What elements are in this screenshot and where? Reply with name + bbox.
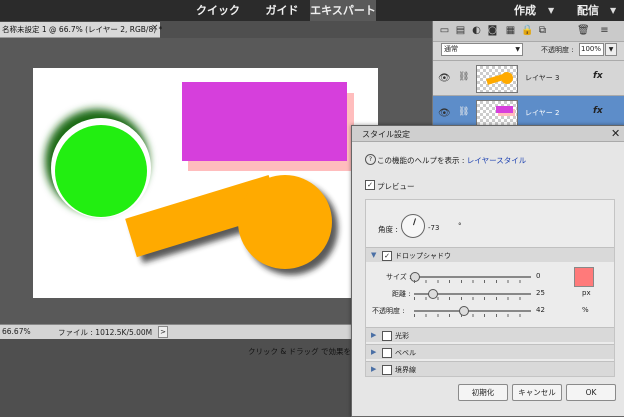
- layer-name: レイヤー 2: [525, 109, 560, 117]
- help-prefix: この機能のヘルプを表示 :: [377, 156, 467, 165]
- mode-tab-quick[interactable]: クイック: [188, 0, 248, 21]
- layer-link-icon[interactable]: ⛓: [458, 107, 469, 117]
- bevel-label: ベベル: [395, 349, 416, 357]
- create-menu[interactable]: 作成: [506, 0, 544, 21]
- share-dropdown-icon[interactable]: ▼: [610, 0, 616, 21]
- style-settings-dialog: スタイル設定 ✕ ? この機能のヘルプを表示 : レイヤースタイル ✓ プレビュ…: [351, 125, 624, 417]
- close-document-icon[interactable]: ×: [151, 23, 159, 33]
- help-link[interactable]: レイヤースタイル: [467, 156, 526, 165]
- expand-triangle-icon[interactable]: ▶: [371, 331, 376, 339]
- layer-thumbnail: [476, 65, 518, 93]
- opacity-value[interactable]: 42: [536, 306, 545, 314]
- layer-link-icon[interactable]: ⛓: [458, 72, 469, 82]
- distance-label: 距離 :: [392, 290, 411, 298]
- angle-needle: [413, 218, 417, 226]
- stroke-section[interactable]: ▶ 境界線: [366, 361, 614, 376]
- link-layers-icon[interactable]: ⧉: [537, 25, 548, 36]
- size-label: サイズ :: [386, 273, 412, 281]
- layer-row-3[interactable]: 👁 ⛓ レイヤー 3 fx: [433, 60, 624, 95]
- size-value[interactable]: 0: [536, 272, 540, 280]
- panel-menu-icon[interactable]: ≡: [599, 25, 610, 36]
- opacity-label: 不透明度 :: [541, 46, 574, 54]
- visibility-eye-icon[interactable]: 👁: [438, 73, 451, 84]
- expand-triangle-icon[interactable]: ▶: [371, 348, 376, 356]
- stroke-label: 境界線: [395, 366, 416, 374]
- drop-shadow-checkbox[interactable]: ✓: [382, 251, 392, 261]
- status-menu-arrow[interactable]: >: [158, 326, 168, 338]
- layer-mask-icon[interactable]: ◙: [487, 25, 498, 36]
- help-icon: ?: [365, 154, 376, 165]
- preview-checkbox[interactable]: ✓: [365, 180, 375, 190]
- close-icon[interactable]: ✕: [611, 127, 620, 140]
- layer-style-fx-icon[interactable]: fx: [593, 71, 603, 81]
- image-canvas[interactable]: [33, 68, 378, 298]
- bevel-checkbox[interactable]: [382, 348, 392, 358]
- opacity-unit: %: [582, 306, 589, 314]
- create-dropdown-icon[interactable]: ▼: [548, 0, 554, 21]
- layer-name: レイヤー 3: [525, 74, 560, 82]
- help-text: この機能のヘルプを表示 : レイヤースタイル: [377, 155, 526, 166]
- dialog-titlebar[interactable]: スタイル設定 ✕: [352, 126, 624, 142]
- angle-value[interactable]: -73: [428, 224, 439, 232]
- size-slider-ticks: [414, 280, 531, 283]
- blend-mode-value: 通常: [444, 45, 458, 53]
- shadow-color-swatch[interactable]: [574, 267, 594, 287]
- layer-style-fx-icon[interactable]: fx: [593, 106, 603, 116]
- reset-button[interactable]: 初期化: [458, 384, 508, 401]
- file-size-info: ファイル : 1012.5K/5.00M: [58, 328, 153, 337]
- layer-thumbnail: [476, 100, 518, 128]
- glow-label: 光彩: [395, 332, 409, 340]
- glow-section[interactable]: ▶ 光彩: [366, 327, 614, 342]
- zoom-readout: 66.67%: [2, 327, 31, 336]
- shadow-opacity-slider[interactable]: [414, 306, 531, 316]
- delete-layer-icon[interactable]: 🗑: [577, 25, 590, 36]
- chevron-down-icon: ▼: [515, 46, 520, 53]
- bevel-section[interactable]: ▶ ベベル: [366, 344, 614, 359]
- opacity-input[interactable]: 100%: [579, 43, 604, 56]
- mode-tab-expert[interactable]: エキスパート: [310, 0, 376, 21]
- distance-slider[interactable]: [414, 289, 531, 299]
- distance-unit: px: [582, 289, 591, 297]
- angle-label: 角度 :: [378, 225, 398, 234]
- lock-transparency-icon[interactable]: ▦: [505, 25, 516, 36]
- size-slider[interactable]: [410, 272, 531, 282]
- expand-triangle-icon[interactable]: ▶: [371, 365, 376, 373]
- visibility-eye-icon[interactable]: 👁: [438, 108, 451, 119]
- document-tab[interactable]: 名称未設定 1 @ 66.7% (レイヤー 2, RGB/8) * ×: [0, 22, 163, 38]
- adjustment-layer-icon[interactable]: ◐: [471, 25, 482, 36]
- cancel-button[interactable]: キャンセル: [512, 384, 562, 401]
- dialog-title: スタイル設定: [362, 130, 410, 139]
- new-group-icon[interactable]: ▤: [455, 25, 466, 36]
- angle-unit: °: [458, 222, 462, 230]
- glow-checkbox[interactable]: [382, 331, 392, 341]
- green-circle: [55, 125, 147, 217]
- ok-button[interactable]: OK: [566, 384, 616, 401]
- stroke-checkbox[interactable]: [382, 365, 392, 375]
- angle-dial[interactable]: [401, 214, 425, 238]
- drop-shadow-section[interactable]: ▼ ✓ ドロップシャドウ: [366, 247, 614, 262]
- layers-toolbar: ▭ ▤ ◐ ◙ ▦ 🔒 ⧉ 🗑 ≡: [433, 21, 624, 42]
- expand-triangle-icon[interactable]: ▼: [371, 251, 376, 259]
- canvas-artwork: [45, 82, 354, 275]
- opacity-slider-ticks: [414, 314, 531, 317]
- document-tab-title: 名称未設定 1 @ 66.7% (レイヤー 2, RGB/8) *: [2, 25, 163, 34]
- mode-tab-guided[interactable]: ガイド: [258, 0, 306, 21]
- opacity-dropdown-icon[interactable]: ▼: [605, 43, 617, 56]
- blend-mode-select[interactable]: 通常 ▼: [441, 43, 523, 56]
- style-options-panel: 角度 : -73 ° ▼ ✓ ドロップシャドウ サイズ : 0 px 距離 : …: [365, 199, 615, 377]
- new-layer-icon[interactable]: ▭: [439, 25, 450, 36]
- share-menu[interactable]: 配信: [570, 0, 606, 21]
- drop-shadow-label: ドロップシャドウ: [395, 252, 451, 260]
- magenta-rectangle: [182, 82, 347, 161]
- top-menu-bar: クイック ガイド エキスパート 作成 ▼ 配信 ▼: [0, 0, 624, 21]
- distance-value[interactable]: 25: [536, 289, 545, 297]
- lock-icon[interactable]: 🔒: [521, 25, 533, 36]
- distance-slider-ticks: [414, 297, 531, 300]
- preview-label: プレビュー: [377, 182, 415, 191]
- opacity-label: 不透明度 :: [372, 307, 405, 315]
